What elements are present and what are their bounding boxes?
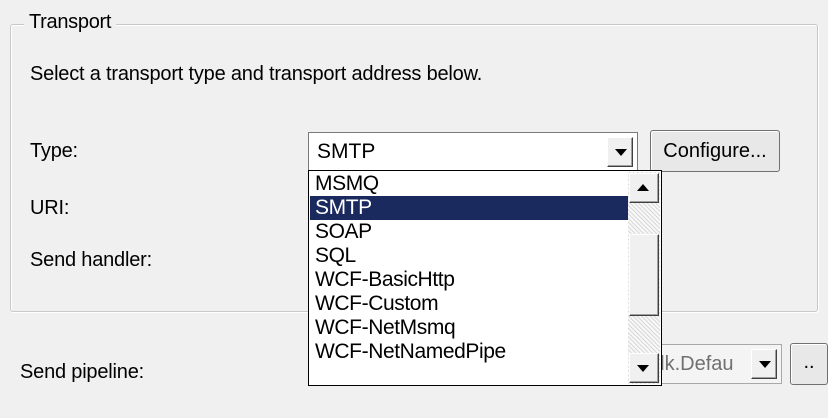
- dropdown-item-wcf-custom[interactable]: WCF-Custom: [310, 292, 628, 316]
- transport-instruction: Select a transport type and transport ad…: [30, 63, 483, 85]
- chevron-up-icon: [637, 184, 649, 191]
- send-handler-label: Send handler:: [30, 249, 152, 271]
- uri-label: URI:: [30, 197, 70, 219]
- dropdown-item-wcf-basichttp[interactable]: WCF-BasicHttp: [310, 268, 628, 292]
- transport-group-title: Transport: [24, 8, 117, 36]
- transport-type-combobox[interactable]: SMTP: [308, 132, 638, 172]
- send-pipeline-browse-button[interactable]: ..: [790, 343, 828, 385]
- dropdown-item-soap[interactable]: SOAP: [310, 220, 628, 244]
- scroll-down-button[interactable]: [629, 353, 659, 383]
- type-label: Type:: [30, 140, 78, 162]
- transport-type-value: SMTP: [317, 140, 376, 163]
- dropdown-items: MSMQ SMTP SOAP SQL WCF-BasicHttp WCF-Cus…: [310, 172, 628, 364]
- chevron-down-icon: [637, 365, 649, 372]
- dropdown-item-wcf-netnamedpipe[interactable]: WCF-NetNamedPipe: [310, 340, 628, 364]
- dropdown-item-sql[interactable]: SQL: [310, 244, 628, 268]
- transport-type-dropdown-list[interactable]: MSMQ SMTP SOAP SQL WCF-BasicHttp WCF-Cus…: [308, 170, 662, 386]
- scrollbar-thumb[interactable]: [629, 234, 659, 316]
- configure-button[interactable]: Configure...: [650, 130, 780, 172]
- transport-type-dropdown-button[interactable]: [607, 137, 633, 167]
- chevron-down-icon: [615, 149, 627, 156]
- send-pipeline-label: Send pipeline:: [20, 361, 144, 383]
- dropdown-item-smtp[interactable]: SMTP: [310, 196, 628, 220]
- send-pipeline-dropdown-button[interactable]: [751, 349, 777, 379]
- scroll-up-button[interactable]: [629, 173, 659, 203]
- dropdown-item-wcf-netmsmq[interactable]: WCF-NetMsmq: [310, 316, 628, 340]
- dropdown-item-msmq[interactable]: MSMQ: [310, 172, 628, 196]
- dropdown-scrollbar[interactable]: [628, 172, 660, 384]
- chevron-down-icon: [759, 361, 771, 368]
- send-pipeline-value: alk.Defau: [649, 353, 734, 375]
